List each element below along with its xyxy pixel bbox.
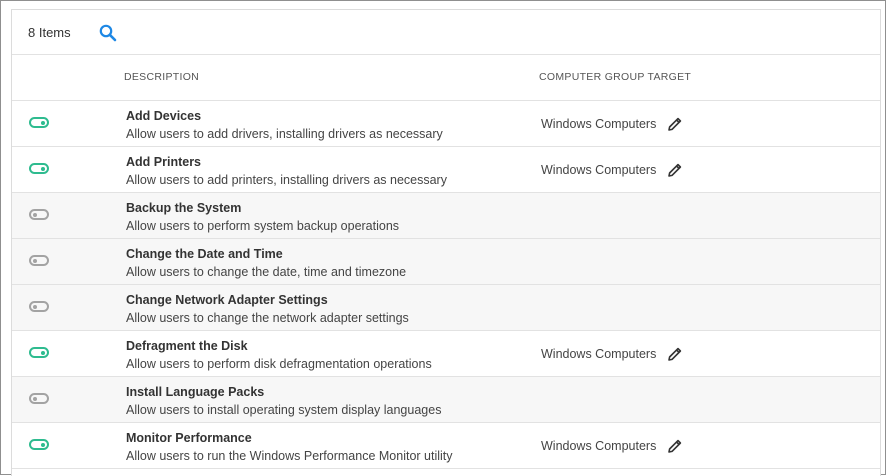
pencil-icon: [668, 163, 682, 177]
table-row: Defragment the Disk Allow users to perfo…: [12, 331, 880, 377]
row-description: Allow users to add drivers, installing d…: [126, 127, 443, 141]
settings-panel: 8 Items DESCRIPTION COMPUTER GROUP TARGE…: [11, 9, 881, 476]
row-description: Allow users to perform disk defragmentat…: [126, 357, 432, 371]
table-row: Monitor Performance Allow users to run t…: [12, 423, 880, 469]
edit-target-button[interactable]: [667, 116, 683, 132]
table-row: Backup the System Allow users to perform…: [12, 193, 880, 239]
edit-target-button[interactable]: [667, 346, 683, 362]
row-title: Defragment the Disk: [126, 339, 248, 353]
row-target: Windows Computers: [541, 439, 657, 453]
search-icon: [99, 24, 117, 42]
toggle-knob: [41, 350, 45, 355]
enable-toggle[interactable]: [29, 209, 49, 220]
edit-target-button[interactable]: [667, 162, 683, 178]
table-row: Add Printers Allow users to add printers…: [12, 147, 880, 193]
row-description: Allow users to run the Windows Performan…: [126, 449, 453, 463]
table-row: Change the Date and Time Allow users to …: [12, 239, 880, 285]
enable-toggle[interactable]: [29, 347, 49, 358]
pencil-icon: [668, 347, 682, 361]
toggle-knob: [41, 120, 45, 125]
row-title: Add Devices: [126, 109, 202, 123]
row-description: Allow users to install operating system …: [126, 403, 442, 417]
search-button[interactable]: [98, 23, 118, 43]
row-title: Install Language Packs: [126, 385, 265, 399]
row-target: Windows Computers: [541, 163, 657, 177]
table-row: Install Language Packs Allow users to in…: [12, 377, 880, 423]
row-title: Monitor Performance: [126, 431, 252, 445]
toggle-knob: [33, 212, 37, 217]
window-frame: 8 Items DESCRIPTION COMPUTER GROUP TARGE…: [0, 0, 886, 476]
enable-toggle[interactable]: [29, 439, 49, 450]
toggle-knob: [41, 166, 45, 171]
column-header-target[interactable]: COMPUTER GROUP TARGET: [539, 71, 691, 83]
toggle-knob: [33, 396, 37, 401]
enable-toggle[interactable]: [29, 393, 49, 404]
row-description: Allow users to add printers, installing …: [126, 173, 447, 187]
toolbar: 8 Items: [12, 10, 880, 55]
row-description: Allow users to perform system backup ope…: [126, 219, 400, 233]
enable-toggle[interactable]: [29, 301, 49, 312]
toggle-knob: [41, 442, 45, 447]
column-header-description[interactable]: DESCRIPTION: [124, 71, 199, 83]
enable-toggle[interactable]: [29, 163, 49, 174]
row-target: Windows Computers: [541, 117, 657, 131]
row-description: Allow users to change the network adapte…: [126, 311, 409, 325]
table-header: DESCRIPTION COMPUTER GROUP TARGET: [12, 55, 880, 101]
table-body: Add Devices Allow users to add drivers, …: [12, 101, 880, 469]
table-row: Add Devices Allow users to add drivers, …: [12, 101, 880, 147]
table-row: Change Network Adapter Settings Allow us…: [12, 285, 880, 331]
row-description: Allow users to change the date, time and…: [126, 265, 407, 279]
toggle-knob: [33, 258, 37, 263]
row-title: Backup the System: [126, 201, 242, 215]
item-count: 8 Items: [28, 25, 71, 40]
row-title: Change the Date and Time: [126, 247, 283, 261]
row-title: Add Printers: [126, 155, 202, 169]
pencil-icon: [668, 439, 682, 453]
enable-toggle[interactable]: [29, 255, 49, 266]
pencil-icon: [668, 117, 682, 131]
toggle-knob: [33, 304, 37, 309]
row-target: Windows Computers: [541, 347, 657, 361]
row-title: Change Network Adapter Settings: [126, 293, 328, 307]
enable-toggle[interactable]: [29, 117, 49, 128]
edit-target-button[interactable]: [667, 438, 683, 454]
